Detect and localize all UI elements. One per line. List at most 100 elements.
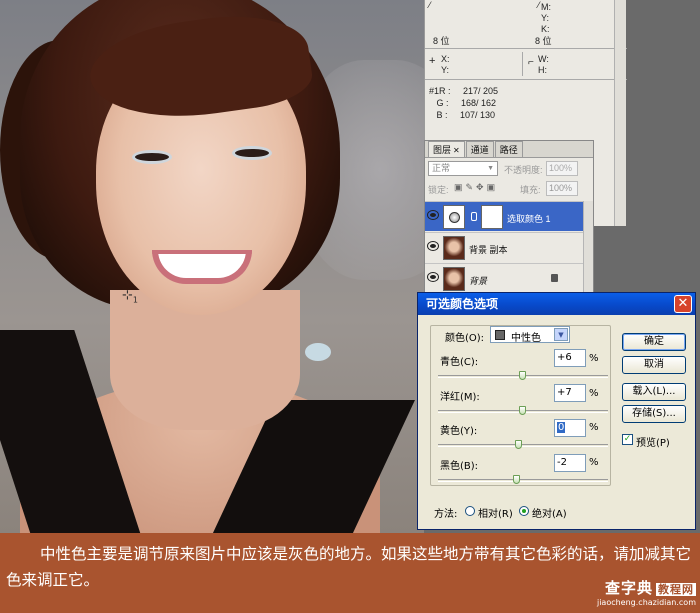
- right-eye: [232, 146, 272, 160]
- black-percent: %: [589, 457, 599, 468]
- yellow-value: 0: [557, 422, 566, 433]
- yellow-track[interactable]: [438, 444, 608, 447]
- tab-channels-label: 通道: [470, 145, 489, 155]
- layer-selective-color[interactable]: 选取颜色 1: [425, 201, 583, 231]
- preview-label: 预览(P): [636, 438, 670, 449]
- fill-label: 填充:: [520, 185, 541, 195]
- colors-select[interactable]: 中性色 ▼: [490, 326, 570, 344]
- opacity-value: 100%: [549, 163, 573, 173]
- cyan-percent: %: [589, 353, 599, 364]
- visibility-eye-icon[interactable]: [428, 242, 438, 250]
- cyan-slider[interactable]: [519, 371, 526, 380]
- screenshot-root: ⊹1 ⁄ ⁄ M: Y: K: 8 位 8 位 + X: Y: ⌐ W: H: …: [0, 0, 700, 613]
- eyedropper-icon-2: ⁄: [538, 0, 540, 10]
- watermark: 查字典 教程网 jiaocheng.chazidian.com: [546, 577, 696, 611]
- info-bit-depth-right: 8 位: [535, 36, 552, 46]
- adjustment-thumbnail: [443, 205, 465, 229]
- cancel-button-label: 取消: [644, 359, 664, 370]
- info-k-label: K:: [541, 24, 550, 34]
- visibility-eye-icon[interactable]: [428, 273, 438, 281]
- fill-input[interactable]: 100%: [546, 181, 578, 196]
- layers-panel: 图层 ✕ 通道 路径 正常 ▼ 不透明度: 100% 锁定: ▣✎✥▣ 填充: 10…: [424, 140, 594, 295]
- relative-radio[interactable]: [465, 506, 475, 516]
- tab-paths[interactable]: 路径: [494, 141, 523, 157]
- watermark-url: jiaocheng.chazidian.com: [596, 598, 696, 607]
- fill-value: 100%: [549, 183, 573, 193]
- blend-mode-select[interactable]: 正常 ▼: [428, 161, 498, 176]
- layers-scrollbar[interactable]: [583, 201, 593, 295]
- chevron-down-icon[interactable]: ▼: [554, 328, 568, 341]
- yellow-slider[interactable]: [515, 440, 522, 449]
- info-w-label: W:: [538, 54, 549, 64]
- black-track[interactable]: [438, 479, 608, 482]
- info-x-label: X:: [441, 54, 450, 64]
- shoulder-highlight: [305, 343, 331, 361]
- black-input[interactable]: -2: [554, 454, 586, 472]
- absolute-label: 绝对(A): [532, 509, 567, 520]
- yellow-input[interactable]: 0: [554, 419, 586, 437]
- lock-icons[interactable]: ▣✎✥▣: [454, 182, 498, 193]
- selective-color-dialog: 可选颜色选项 ✕ 颜色(O): 中性色 ▼ 青色(C): +6 % 洋红(M):…: [417, 292, 696, 530]
- left-eye: [132, 150, 172, 164]
- relative-label: 相对(R): [478, 509, 513, 520]
- save-button[interactable]: 存储(S)...: [622, 405, 686, 423]
- absolute-radio[interactable]: [519, 506, 529, 516]
- color-sampler-icon[interactable]: ⊹1: [122, 288, 138, 305]
- load-button-label: 载入(L)...: [632, 386, 676, 397]
- black-label: 黑色(B):: [440, 461, 479, 472]
- mask-thumbnail: [481, 205, 503, 229]
- tab-channels[interactable]: 通道: [465, 141, 494, 157]
- watermark-brand: 查字典: [604, 579, 653, 597]
- color-swatch: [495, 330, 505, 340]
- layer-name: 背景: [469, 276, 488, 286]
- layer-thumbnail: [443, 267, 465, 291]
- crosshair-icon: +: [429, 55, 436, 67]
- opacity-label: 不透明度:: [504, 165, 543, 175]
- layer-background-copy[interactable]: 背景 副本: [425, 232, 583, 262]
- magenta-percent: %: [589, 388, 599, 399]
- link-icon: [471, 212, 477, 221]
- info-sampler-r: #1R : 217/ 205: [429, 86, 499, 96]
- ok-button-label: 确定: [644, 336, 664, 347]
- load-button[interactable]: 载入(L)...: [622, 383, 686, 401]
- tab-paths-label: 路径: [499, 145, 518, 155]
- close-button[interactable]: ✕: [674, 295, 692, 313]
- magenta-slider[interactable]: [519, 406, 526, 415]
- cyan-label: 青色(C):: [440, 357, 479, 368]
- layers-tabs: 图层 ✕ 通道 路径: [425, 141, 593, 158]
- opacity-input[interactable]: 100%: [546, 161, 578, 176]
- color-sampler-number: 1: [132, 295, 138, 305]
- info-m-label: M:: [541, 2, 551, 12]
- info-sampler-g: G : 168/ 162: [429, 98, 497, 108]
- dialog-titlebar[interactable]: 可选颜色选项: [418, 293, 695, 315]
- magenta-label: 洋红(M):: [440, 392, 480, 403]
- dialog-title: 可选颜色选项: [426, 297, 499, 311]
- visibility-eye-icon[interactable]: [428, 211, 438, 219]
- save-button-label: 存储(S)...: [632, 408, 676, 419]
- tab-layers[interactable]: 图层 ✕: [428, 141, 465, 157]
- cancel-button[interactable]: 取消: [622, 356, 686, 374]
- cyan-input[interactable]: +6: [554, 349, 586, 367]
- photo-canvas[interactable]: ⊹1: [0, 0, 424, 533]
- preview-checkbox[interactable]: ✓: [622, 434, 633, 445]
- colors-select-value: 中性色: [511, 333, 541, 344]
- layer-name: 背景 副本: [469, 245, 508, 255]
- layer-background[interactable]: 背景: [425, 263, 583, 295]
- black-value: -2: [557, 457, 567, 468]
- black-slider[interactable]: [513, 475, 520, 484]
- watermark-tag: 教程网: [656, 583, 696, 596]
- chevron-down-icon: ▼: [487, 165, 494, 172]
- cyan-value: +6: [557, 352, 572, 363]
- info-scrollbar[interactable]: [614, 0, 626, 226]
- info-y-label: Y:: [541, 13, 550, 23]
- blend-mode-value: 正常: [432, 163, 451, 173]
- tab-layers-label: 图层: [433, 145, 452, 155]
- yellow-label: 黄色(Y):: [440, 426, 478, 437]
- close-tab-icon[interactable]: ✕: [453, 146, 460, 155]
- info-sampler-b: B : 107/ 130: [429, 110, 496, 120]
- lock-icon: [551, 274, 558, 282]
- magenta-input[interactable]: +7: [554, 384, 586, 402]
- eyedropper-icon: ⁄: [429, 0, 431, 10]
- ok-button[interactable]: 确定: [622, 333, 686, 351]
- colors-label: 颜色(O):: [445, 333, 485, 344]
